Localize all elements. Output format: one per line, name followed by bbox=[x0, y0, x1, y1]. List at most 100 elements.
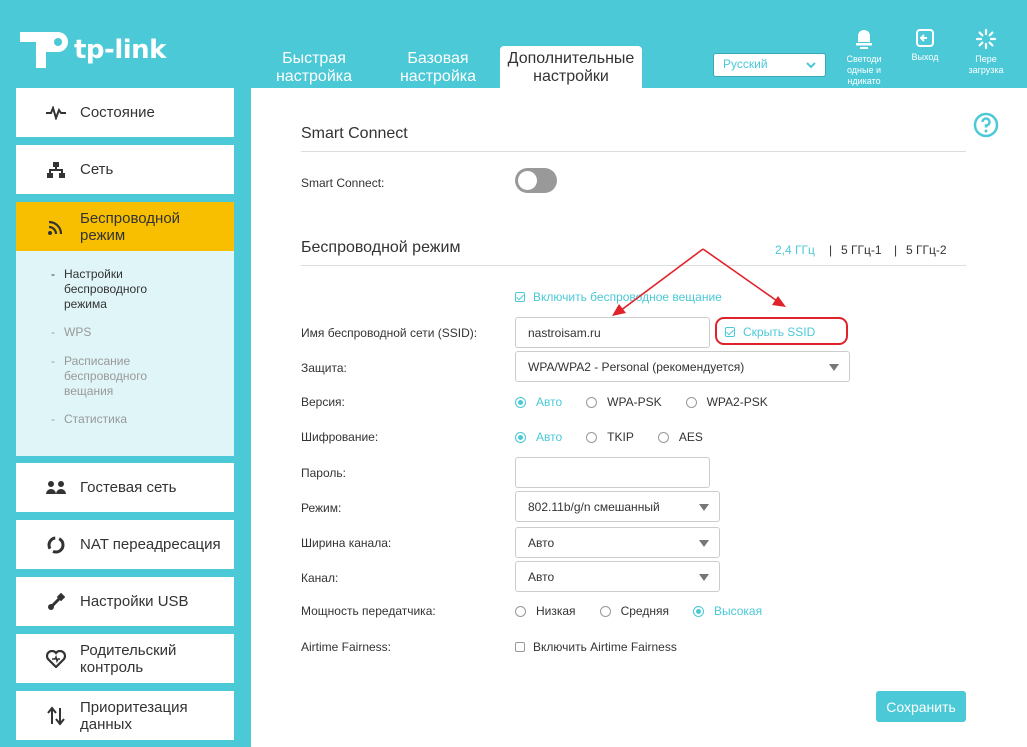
subnav-wireless-settings[interactable]: - Настройки беспроводного режима bbox=[51, 267, 174, 312]
sidebar-item-label: NAT переадресация bbox=[80, 536, 221, 553]
hide-ssid-label: Скрыть SSID bbox=[743, 325, 816, 339]
subnav-statistics[interactable]: - Статистика bbox=[51, 412, 127, 427]
reboot-button[interactable]: Пере загрузка bbox=[960, 28, 1012, 76]
reboot-icon bbox=[975, 28, 997, 50]
tx-power-radio-medium[interactable]: Средняя bbox=[599, 604, 669, 618]
sidebar-item-priority[interactable]: Приоритезация данных bbox=[16, 691, 234, 740]
network-icon bbox=[44, 158, 68, 182]
mode-value: 802.11b/g/n смешанный bbox=[528, 500, 660, 514]
dropdown-arrow-icon bbox=[699, 504, 709, 511]
enable-broadcast-label: Включить беспроводное вещание bbox=[533, 290, 722, 304]
channel-value: Авто bbox=[528, 570, 555, 584]
tp-link-logo-icon bbox=[20, 32, 68, 68]
divider bbox=[301, 151, 966, 152]
airtime-checkbox-label: Включить Airtime Fairness bbox=[533, 640, 677, 654]
mode-label: Режим: bbox=[301, 501, 342, 515]
subnav-wps[interactable]: - WPS bbox=[51, 325, 92, 340]
dropdown-arrow-icon bbox=[699, 574, 709, 581]
band-tab-2-4ghz[interactable]: 2,4 ГГц bbox=[775, 243, 815, 257]
tab-advanced[interactable]: Дополнительные настройки bbox=[500, 46, 642, 88]
sidebar-item-parental[interactable]: Родительский контроль bbox=[16, 634, 234, 683]
divider bbox=[301, 265, 966, 266]
wifi-icon bbox=[44, 215, 68, 239]
tx-power-radio-low[interactable]: Низкая bbox=[515, 604, 576, 618]
security-label: Защита: bbox=[301, 361, 347, 375]
sidebar-item-label: Родительский контроль bbox=[80, 641, 177, 676]
sidebar-item-usb[interactable]: Настройки USB bbox=[16, 577, 234, 626]
sidebar-item-status[interactable]: Состояние bbox=[16, 88, 234, 137]
save-button[interactable]: Сохранить bbox=[876, 691, 966, 722]
ssid-label: Имя беспроводной сети (SSID): bbox=[301, 326, 478, 340]
tab-label: Быстрая настройка bbox=[275, 50, 353, 85]
version-radio-wpa-psk[interactable]: WPA-PSK bbox=[586, 395, 662, 409]
heart-icon bbox=[44, 647, 68, 671]
ssid-value: nastroisam.ru bbox=[528, 326, 601, 340]
sidebar-item-label: Сеть bbox=[80, 161, 114, 178]
smart-connect-label: Smart Connect: bbox=[301, 176, 385, 190]
logout-icon bbox=[916, 29, 934, 47]
security-value: WPA/WPA2 - Personal (рекомендуется) bbox=[528, 360, 745, 374]
airtime-checkbox[interactable]: Включить Airtime Fairness bbox=[515, 640, 677, 654]
password-input[interactable] bbox=[515, 457, 710, 488]
sidebar-item-label: Приоритезация данных bbox=[80, 698, 188, 733]
sidebar-item-wireless[interactable]: Беспроводной режим bbox=[16, 202, 234, 251]
guest-icon bbox=[44, 476, 68, 500]
subnav-schedule[interactable]: - Расписание беспроводного вещания bbox=[51, 354, 174, 399]
subnav-label: Настройки беспроводного режима bbox=[64, 267, 147, 311]
tx-power-label: Мощность передатчика: bbox=[301, 604, 436, 618]
band-tab-5ghz-2[interactable]: 5 ГГц-2 bbox=[906, 243, 947, 257]
smart-connect-toggle[interactable] bbox=[515, 168, 557, 193]
password-label: Пароль: bbox=[301, 466, 346, 480]
logout-button[interactable]: Выход bbox=[903, 28, 947, 63]
encryption-radio-auto[interactable]: Авто bbox=[515, 430, 562, 444]
security-select[interactable]: WPA/WPA2 - Personal (рекомендуется) bbox=[515, 351, 850, 382]
mode-select[interactable]: 802.11b/g/n смешанный bbox=[515, 491, 720, 522]
version-radio-auto[interactable]: Авто bbox=[515, 395, 562, 409]
dropdown-arrow-icon bbox=[699, 540, 709, 547]
logo-text: tp-link bbox=[74, 35, 166, 65]
usb-icon bbox=[44, 590, 68, 614]
tab-label: Базовая настройка bbox=[399, 50, 477, 85]
ssid-input[interactable]: nastroisam.ru bbox=[515, 317, 710, 348]
encryption-radio-aes[interactable]: AES bbox=[657, 430, 703, 444]
sidebar-item-guest[interactable]: Гостевая сеть bbox=[16, 463, 234, 512]
channel-width-select[interactable]: Авто bbox=[515, 527, 720, 558]
hide-ssid-checkbox[interactable]: Скрыть SSID bbox=[725, 325, 815, 339]
channel-label: Канал: bbox=[301, 571, 339, 585]
band-separator: | bbox=[894, 243, 898, 257]
sidebar-item-label: Настройки USB bbox=[80, 593, 189, 610]
version-radio-group: Авто WPA-PSK WPA2-PSK bbox=[515, 395, 768, 409]
tp-link-logo: tp-link bbox=[14, 22, 166, 78]
chevron-down-icon bbox=[806, 62, 816, 69]
encryption-label: Шифрование: bbox=[301, 430, 379, 444]
nat-icon bbox=[44, 533, 68, 557]
led-label: Светоди одные и ндикато bbox=[846, 54, 882, 86]
channel-width-label: Ширина канала: bbox=[301, 536, 392, 550]
tab-label: Дополнительные настройки bbox=[507, 50, 635, 85]
sidebar-item-label: Гостевая сеть bbox=[80, 479, 177, 496]
language-value: Русский bbox=[723, 57, 768, 71]
tab-basic[interactable]: Базовая настройка bbox=[392, 46, 484, 88]
tx-power-radio-high[interactable]: Высокая bbox=[692, 604, 762, 618]
channel-select[interactable]: Авто bbox=[515, 561, 720, 592]
sidebar-item-network[interactable]: Сеть bbox=[16, 145, 234, 194]
dropdown-arrow-icon bbox=[829, 364, 839, 371]
band-tab-5ghz-1[interactable]: 5 ГГц-1 bbox=[841, 243, 882, 257]
wireless-title: Беспроводной режим bbox=[301, 239, 461, 256]
sidebar-item-label: Состояние bbox=[80, 104, 155, 121]
reboot-label: Пере загрузка bbox=[968, 54, 1004, 75]
encryption-radio-tkip[interactable]: TKIP bbox=[586, 430, 634, 444]
version-radio-wpa2-psk[interactable]: WPA2-PSK bbox=[685, 395, 768, 409]
subnav-label: WPS bbox=[64, 325, 92, 339]
sidebar-item-label: Беспроводной режим bbox=[80, 209, 181, 244]
priority-icon bbox=[44, 704, 68, 728]
airtime-label: Airtime Fairness: bbox=[301, 640, 392, 654]
tab-quick-setup[interactable]: Быстрая настройка bbox=[270, 46, 358, 88]
sidebar-item-nat[interactable]: NAT переадресация bbox=[16, 520, 234, 569]
led-button[interactable]: Светоди одные и ндикато bbox=[838, 28, 890, 87]
help-icon[interactable] bbox=[973, 112, 999, 138]
language-select[interactable]: Русский bbox=[713, 53, 826, 77]
enable-broadcast-checkbox[interactable]: Включить беспроводное вещание bbox=[515, 290, 722, 304]
logout-label: Выход bbox=[911, 52, 939, 62]
band-separator: | bbox=[829, 243, 833, 257]
